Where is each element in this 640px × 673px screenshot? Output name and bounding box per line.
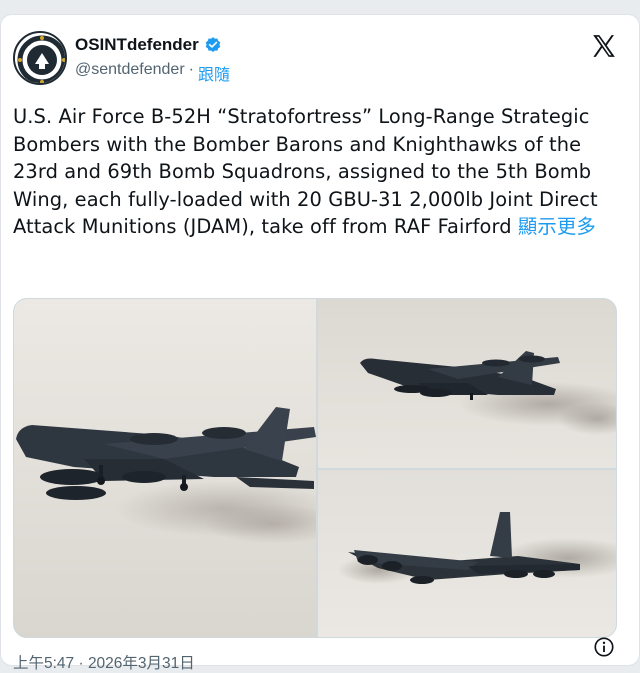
- tweet-text: U.S. Air Force B-52H “Stratofortress” Lo…: [13, 103, 623, 241]
- follow-button[interactable]: 跟隨: [198, 61, 230, 85]
- b52-photo-1[interactable]: [14, 299, 316, 637]
- display-name[interactable]: OSINTdefender: [75, 35, 199, 55]
- avatar[interactable]: [13, 31, 67, 85]
- osint-defender-logo-icon: [15, 33, 65, 83]
- handle[interactable]: @sentdefender: [75, 61, 185, 85]
- handle-row: @sentdefender · 跟隨: [75, 61, 230, 85]
- show-more-link[interactable]: 顯示更多: [518, 215, 596, 238]
- media-grid: [13, 298, 617, 638]
- info-icon[interactable]: [593, 636, 615, 658]
- tweet-card: OSINTdefender @sentdefender · 跟隨 U.S. Ai…: [0, 14, 640, 672]
- b52-photo-1-image: [14, 299, 316, 637]
- x-logo-icon[interactable]: [591, 33, 617, 59]
- verified-badge-icon: [205, 37, 221, 53]
- b52-photo-3[interactable]: [318, 470, 616, 637]
- b52-photo-2-image: [318, 299, 616, 468]
- tweet-timestamp[interactable]: 上午5:47 · 2026年3月31日: [13, 651, 195, 673]
- b52-photo-3-image: [318, 470, 616, 637]
- b52-photo-2[interactable]: [318, 299, 616, 468]
- author-name-row: OSINTdefender: [75, 35, 222, 55]
- separator-dot: ·: [188, 61, 194, 78]
- tweet-body: U.S. Air Force B-52H “Stratofortress” Lo…: [13, 105, 598, 238]
